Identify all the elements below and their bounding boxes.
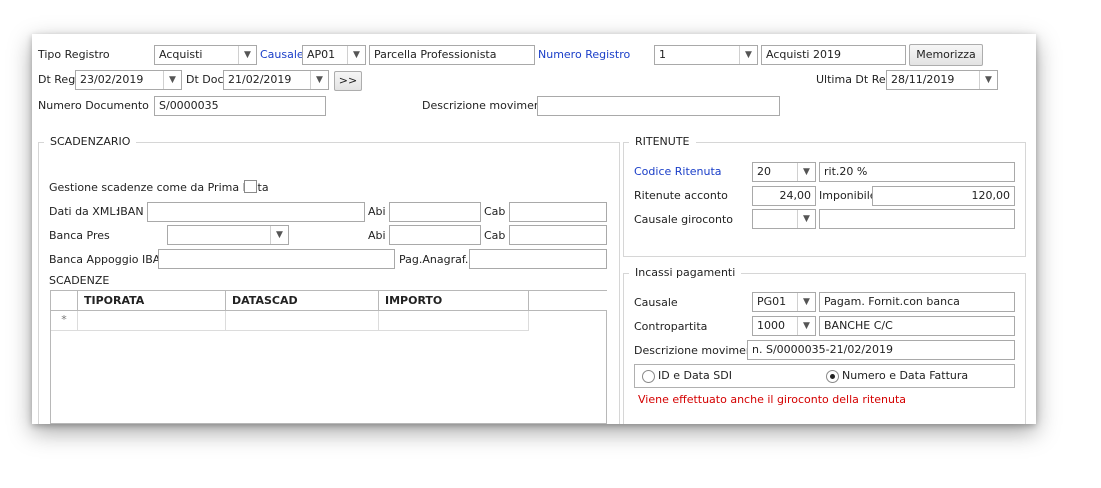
dt-reg-picker[interactable]: 23/02/2019 ▼: [75, 70, 182, 90]
ritenute-acconto-field[interactable]: 24,00: [752, 186, 816, 206]
causale-description-field[interactable]: Parcella Professionista: [369, 45, 535, 65]
scadenzario-title: SCADENZARIO: [44, 135, 137, 149]
cab-field[interactable]: [509, 202, 607, 222]
abi-field-2[interactable]: [389, 225, 481, 245]
new-row-marker: *: [51, 311, 78, 331]
scadenze-label: SCADENZE: [49, 274, 110, 287]
gestione-scadenze-checkbox[interactable]: [244, 180, 257, 193]
abi-field[interactable]: [389, 202, 481, 222]
causale-link[interactable]: Causale: [260, 48, 304, 62]
row-header-corner: [51, 291, 78, 311]
cab-label: Cab: [484, 205, 506, 218]
contropartita-label: Contropartita: [634, 320, 708, 333]
imponibile-field[interactable]: 120,00: [872, 186, 1015, 206]
ultima-dt-reg-picker[interactable]: 28/11/2019 ▼: [886, 70, 998, 90]
column-header-filler: [529, 291, 607, 311]
abi-label: Abi: [368, 205, 386, 218]
causale-giroconto-select[interactable]: ▼: [752, 209, 816, 229]
registration-form-window: Tipo Registro Acquisti ▼ Causale AP01 ▼ …: [32, 34, 1036, 424]
causale-giroconto-label: Causale giroconto: [634, 213, 734, 226]
gestione-scadenze-label: Gestione scadenze come da Prima Nota: [49, 181, 269, 194]
tipo-registro-label: Tipo Registro: [38, 48, 110, 61]
incassi-pagamenti-title: Incassi pagamenti: [629, 266, 742, 280]
contropartita-description-field[interactable]: BANCHE C/C: [819, 316, 1015, 336]
cab-field-2[interactable]: [509, 225, 607, 245]
chevron-down-icon[interactable]: ▼: [163, 71, 181, 89]
iban-label: IBAN: [117, 205, 144, 218]
incassi-descrizione-label: Descrizione movimento: [634, 344, 764, 357]
ultima-dt-reg-label: Ultima Dt Reg: [816, 73, 893, 86]
dt-reg-value: 23/02/2019: [80, 73, 144, 86]
codice-ritenuta-value: 20: [757, 165, 771, 178]
cell-importo[interactable]: [379, 311, 529, 331]
numero-documento-field[interactable]: S/0000035: [154, 96, 326, 116]
chevron-down-icon[interactable]: ▼: [270, 226, 288, 244]
abi-label-2: Abi: [368, 229, 386, 242]
incassi-causale-select[interactable]: PG01 ▼: [752, 292, 816, 312]
cell-datascad[interactable]: [226, 311, 379, 331]
codice-ritenuta-description-field[interactable]: rit.20 %: [819, 162, 1015, 182]
causale-giroconto-description-field[interactable]: [819, 209, 1015, 229]
incassi-causale-value: PG01: [757, 295, 787, 308]
imponibile-label: Imponibile: [819, 189, 877, 202]
chevron-down-icon[interactable]: ▼: [797, 293, 815, 311]
memorizza-button[interactable]: Memorizza: [909, 44, 983, 66]
incassi-causale-description-field[interactable]: Pagam. Fornit.con banca: [819, 292, 1015, 312]
scadenze-grid[interactable]: TIPORATA DATASCAD IMPORTO *: [50, 290, 607, 424]
cell-tiporata[interactable]: [78, 311, 226, 331]
causale-select[interactable]: AP01 ▼: [302, 45, 366, 65]
next-date-button[interactable]: >>: [334, 71, 362, 91]
contropartita-value: 1000: [757, 319, 785, 332]
chevron-down-icon[interactable]: ▼: [238, 46, 256, 64]
banca-appoggio-label: Banca Appoggio IBAN: [49, 253, 169, 266]
codice-ritenuta-link[interactable]: Codice Ritenuta: [634, 165, 722, 179]
iban-field[interactable]: [147, 202, 365, 222]
numero-registro-link[interactable]: Numero Registro: [538, 48, 630, 62]
ultima-dt-reg-value: 28/11/2019: [891, 73, 955, 86]
codice-ritenuta-select[interactable]: 20 ▼: [752, 162, 816, 182]
ritenute-acconto-label: Ritenute acconto: [634, 189, 728, 202]
numero-documento-label: Numero Documento: [38, 99, 149, 112]
radio-numero-data-fattura[interactable]: [826, 370, 839, 383]
dt-doc-picker[interactable]: 21/02/2019 ▼: [223, 70, 329, 90]
chevron-down-icon[interactable]: ▼: [979, 71, 997, 89]
numero-registro-select[interactable]: 1 ▼: [654, 45, 758, 65]
causale-code-value: AP01: [307, 48, 336, 61]
chevron-down-icon[interactable]: ▼: [347, 46, 365, 64]
giroconto-warning: Viene effettuato anche il giroconto dell…: [638, 393, 907, 406]
pag-anagraf-field[interactable]: [469, 249, 607, 269]
column-header-importo[interactable]: IMPORTO: [379, 291, 529, 311]
dt-doc-value: 21/02/2019: [228, 73, 292, 86]
column-header-tiporata[interactable]: TIPORATA: [78, 291, 226, 311]
numero-registro-value: 1: [659, 48, 666, 61]
dt-doc-label: Dt Doc: [186, 73, 224, 86]
tipo-registro-value: Acquisti: [159, 48, 203, 61]
descrizione-movimento-label: Descrizione movimento: [422, 99, 552, 112]
chevron-down-icon[interactable]: ▼: [797, 210, 815, 228]
banca-pres-select[interactable]: ▼: [167, 225, 289, 245]
chevron-down-icon[interactable]: ▼: [310, 71, 328, 89]
dati-xml-label: Dati da XML:: [49, 205, 120, 218]
chevron-down-icon[interactable]: ▼: [797, 317, 815, 335]
chevron-down-icon[interactable]: ▼: [739, 46, 757, 64]
radio-id-data-sdi-label[interactable]: ID e Data SDI: [658, 369, 732, 383]
descrizione-movimento-field[interactable]: [537, 96, 780, 116]
ritenute-title: RITENUTE: [629, 135, 696, 149]
radio-id-data-sdi[interactable]: [642, 370, 655, 383]
pag-anagraf-label: Pag.Anagraf.: [399, 253, 469, 266]
incassi-causale-label: Causale: [634, 296, 678, 309]
banca-pres-label: Banca Pres: [49, 229, 110, 242]
banca-appoggio-field[interactable]: [158, 249, 395, 269]
registro-description-field[interactable]: Acquisti 2019: [761, 45, 906, 65]
dt-reg-label: Dt Reg: [38, 73, 76, 86]
radio-numero-data-fattura-label[interactable]: Numero e Data Fattura: [842, 369, 968, 383]
tipo-registro-select[interactable]: Acquisti ▼: [154, 45, 257, 65]
cab-label-2: Cab: [484, 229, 506, 242]
contropartita-select[interactable]: 1000 ▼: [752, 316, 816, 336]
column-header-datascad[interactable]: DATASCAD: [226, 291, 379, 311]
chevron-down-icon[interactable]: ▼: [797, 163, 815, 181]
incassi-descrizione-field[interactable]: n. S/0000035-21/02/2019: [747, 340, 1015, 360]
